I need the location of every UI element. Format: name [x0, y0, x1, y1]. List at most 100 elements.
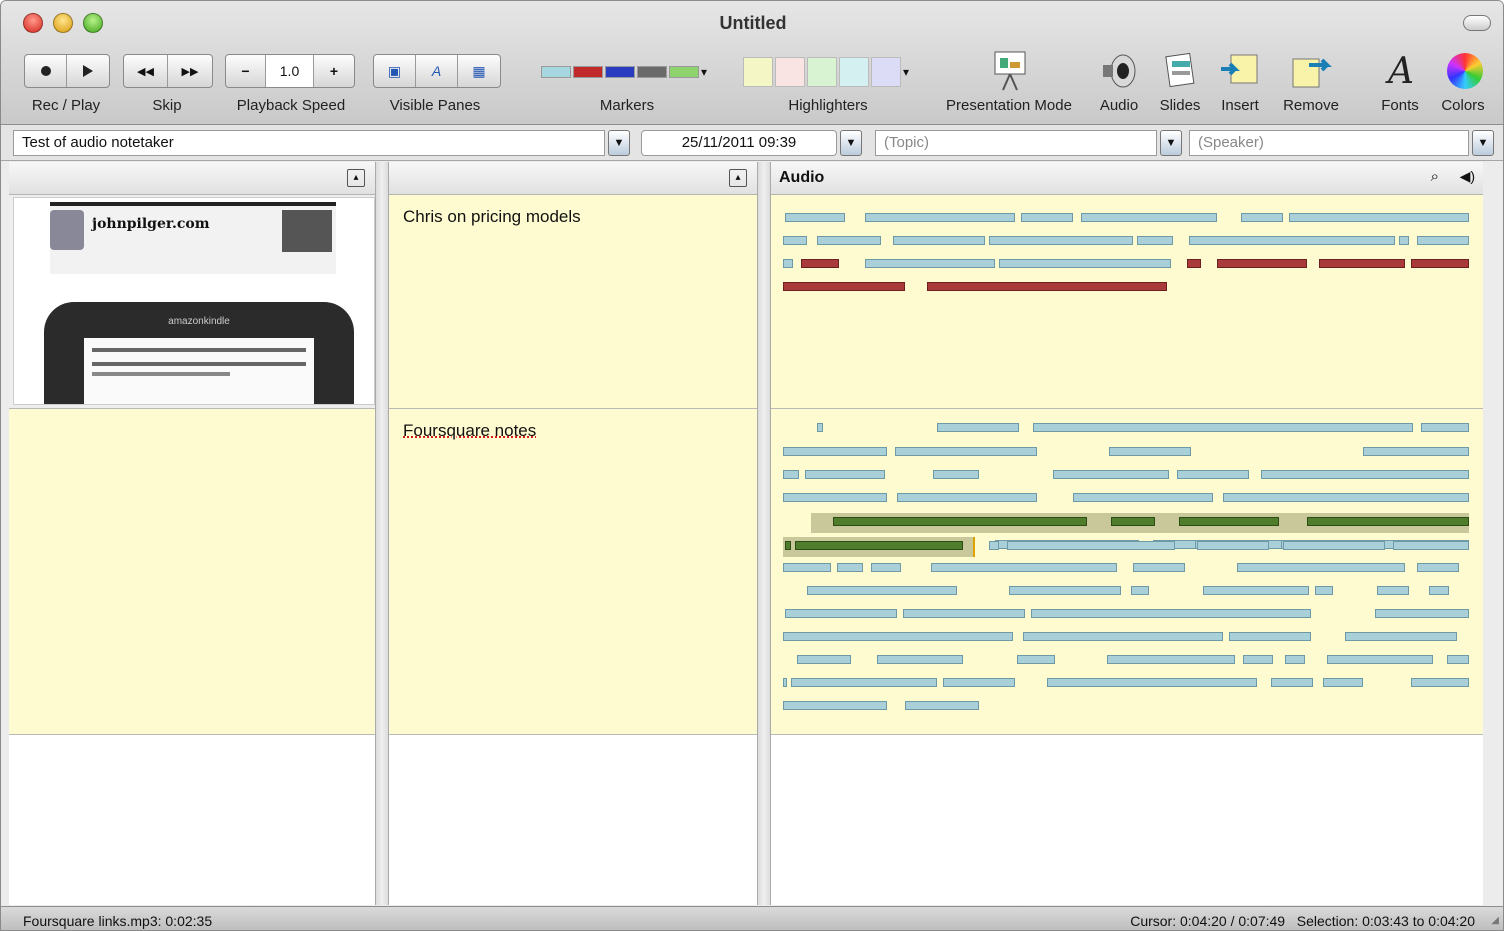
speed-increase-button[interactable]: + — [314, 55, 354, 87]
remove-button[interactable] — [1287, 47, 1335, 95]
audio-segment[interactable] — [783, 236, 807, 245]
topic-field[interactable]: (Topic) — [875, 130, 1157, 156]
audio-segment[interactable] — [805, 470, 885, 479]
record-button[interactable] — [25, 55, 67, 87]
chevron-down-icon[interactable]: ▾ — [701, 65, 707, 79]
play-button[interactable] — [67, 55, 109, 87]
audio-segment[interactable] — [783, 259, 793, 268]
audio-segment[interactable] — [943, 678, 1015, 687]
audio-segment[interactable] — [933, 470, 979, 479]
audio-segment[interactable] — [1377, 586, 1409, 595]
audio-segment[interactable] — [1017, 655, 1055, 664]
audio-segment[interactable] — [797, 655, 851, 664]
audio-segment[interactable] — [1363, 447, 1469, 456]
highlighter-swatch[interactable] — [807, 57, 837, 87]
audio-segment[interactable] — [785, 541, 791, 550]
audio-row-2[interactable] — [771, 409, 1483, 735]
skip-forward-button[interactable]: ▶▶ — [168, 55, 212, 87]
search-icon[interactable]: ⌕ — [1431, 168, 1439, 185]
audio-segment[interactable] — [817, 423, 823, 432]
marker-swatch[interactable] — [573, 66, 603, 78]
audio-segment[interactable] — [1399, 236, 1409, 245]
audio-segment[interactable] — [1197, 541, 1269, 550]
audio-segment[interactable] — [783, 447, 887, 456]
audio-segment[interactable] — [817, 236, 881, 245]
audio-segment[interactable] — [783, 632, 1013, 641]
audio-segment[interactable] — [931, 563, 1117, 572]
slide-thumbnail[interactable]: johnpilger.com amazonkindle — [13, 197, 375, 405]
audio-segment[interactable] — [1327, 655, 1433, 664]
note-row-2[interactable]: Foursquare notes — [389, 409, 757, 735]
topic-dropdown-button[interactable]: ▼ — [1160, 130, 1182, 156]
audio-segment[interactable] — [989, 541, 999, 550]
audio-segment[interactable] — [871, 563, 901, 572]
chevron-down-icon[interactable]: ▾ — [903, 65, 909, 79]
speed-value-field[interactable]: 1.0 — [266, 55, 314, 87]
note-text[interactable]: Chris on pricing models — [403, 207, 581, 227]
audio-segment[interactable] — [783, 701, 887, 710]
audio-pane-toggle[interactable]: ▦ — [458, 55, 500, 87]
audio-segment[interactable] — [989, 236, 1133, 245]
audio-segment[interactable] — [833, 517, 1087, 526]
audio-segment[interactable] — [783, 678, 787, 687]
slides-button[interactable] — [1156, 47, 1204, 95]
audio-segment[interactable] — [1111, 517, 1155, 526]
resize-grip-icon[interactable]: ◢ — [1491, 915, 1499, 926]
highlighter-swatch[interactable] — [871, 57, 901, 87]
marker-swatch[interactable] — [669, 66, 699, 78]
audio-segment[interactable] — [1021, 213, 1073, 222]
markers-picker[interactable]: ▾ — [541, 65, 707, 79]
volume-icon[interactable]: ◀) — [1460, 168, 1475, 185]
audio-segment[interactable] — [1131, 586, 1149, 595]
audio-segment[interactable] — [785, 213, 845, 222]
audio-segment[interactable] — [1217, 259, 1307, 268]
marker-swatch[interactable] — [605, 66, 635, 78]
audio-segment[interactable] — [1023, 632, 1223, 641]
highlighter-swatch[interactable] — [839, 57, 869, 87]
audio-segment[interactable] — [1189, 236, 1395, 245]
audio-segment[interactable] — [895, 447, 1037, 456]
audio-segment[interactable] — [785, 609, 897, 618]
audio-segment[interactable] — [1241, 213, 1283, 222]
notes-pane-toggle[interactable]: A — [416, 55, 458, 87]
speaker-field[interactable]: (Speaker) — [1189, 130, 1469, 156]
audio-row-1[interactable] — [771, 195, 1483, 409]
title-dropdown-button[interactable]: ▼ — [608, 130, 630, 156]
note-text[interactable]: Foursquare notes — [403, 421, 536, 441]
audio-segment[interactable] — [837, 563, 863, 572]
marker-swatch[interactable] — [541, 66, 571, 78]
audio-segment[interactable] — [783, 493, 887, 502]
audio-segment[interactable] — [865, 259, 995, 268]
audio-segment[interactable] — [1323, 678, 1363, 687]
audio-segment[interactable] — [1107, 655, 1235, 664]
audio-segment[interactable] — [1137, 236, 1173, 245]
audio-segment[interactable] — [1109, 447, 1191, 456]
audio-segment[interactable] — [1009, 586, 1121, 595]
audio-segment[interactable] — [1421, 423, 1469, 432]
speed-decrease-button[interactable]: − — [226, 55, 266, 87]
note-title-field[interactable]: Test of audio notetaker — [13, 130, 605, 156]
audio-segment[interactable] — [1033, 423, 1413, 432]
highlighters-picker[interactable]: ▾ — [743, 57, 909, 87]
audio-segment[interactable] — [903, 609, 1025, 618]
audio-segment[interactable] — [1133, 563, 1185, 572]
slides-pane-toggle[interactable]: ▣ — [374, 55, 416, 87]
audio-segment[interactable] — [1081, 213, 1217, 222]
skip-back-button[interactable]: ◀◀ — [124, 55, 168, 87]
audio-segment[interactable] — [1447, 655, 1469, 664]
audio-segment[interactable] — [1319, 259, 1405, 268]
audio-segment[interactable] — [1283, 541, 1385, 550]
pane-menu-button[interactable]: ▴ — [729, 169, 747, 187]
pane-menu-button[interactable]: ▴ — [347, 169, 365, 187]
audio-segment[interactable] — [1073, 493, 1213, 502]
audio-segment[interactable] — [783, 470, 799, 479]
audio-segment[interactable] — [877, 655, 963, 664]
audio-segment[interactable] — [1187, 259, 1201, 268]
audio-segment[interactable] — [1411, 259, 1469, 268]
audio-segment[interactable] — [1243, 655, 1273, 664]
marker-swatch[interactable] — [637, 66, 667, 78]
audio-segment[interactable] — [1285, 655, 1305, 664]
audio-segment[interactable] — [999, 259, 1171, 268]
highlighter-swatch[interactable] — [775, 57, 805, 87]
pane-splitter-1[interactable] — [375, 162, 389, 905]
